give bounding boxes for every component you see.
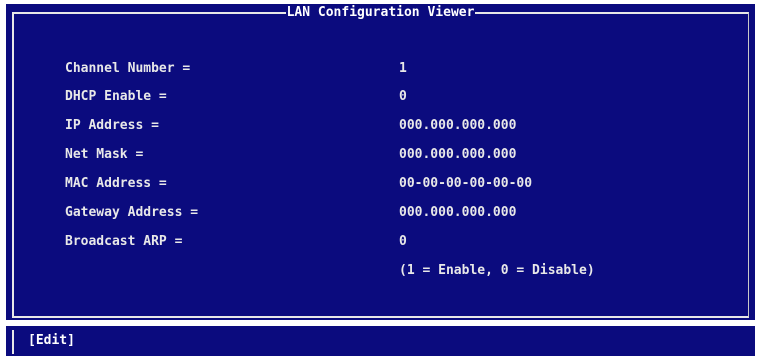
window-title-text: LAN Configuration Viewer bbox=[285, 5, 476, 20]
mac-address-value: 00-00-00-00-00-00 bbox=[399, 176, 533, 191]
bios-screen: LAN Configuration Viewer Channel Number … bbox=[0, 0, 759, 356]
mac-address-label: MAC Address = bbox=[65, 176, 167, 191]
net-mask-value[interactable]: 000.000.000.000 bbox=[399, 146, 516, 164]
window-frame bbox=[12, 12, 749, 318]
ip-address-value[interactable]: 000.000.000.000 bbox=[399, 117, 516, 135]
broadcast-arp-value[interactable]: 0 bbox=[399, 233, 407, 251]
gateway-address-value[interactable]: 000.000.000.000 bbox=[399, 204, 516, 222]
lan-config-window: LAN Configuration Viewer Channel Number … bbox=[6, 4, 755, 320]
dhcp-enable-value[interactable]: 0 bbox=[399, 88, 407, 106]
channel-number-label: Channel Number = bbox=[65, 61, 191, 76]
gateway-address-label: Gateway Address = bbox=[65, 205, 199, 220]
channel-number-value[interactable]: 1 bbox=[399, 60, 407, 78]
window-title: LAN Configuration Viewer bbox=[6, 4, 755, 21]
footer-bar: [Edit] bbox=[6, 326, 755, 356]
broadcast-arp-label: Broadcast ARP = bbox=[65, 234, 183, 249]
net-mask-label: Net Mask = bbox=[65, 147, 144, 162]
edit-command[interactable]: [Edit] bbox=[28, 332, 75, 350]
dhcp-enable-label: DHCP Enable = bbox=[65, 89, 167, 104]
ip-address-label: IP Address = bbox=[65, 118, 159, 133]
enable-disable-hint: (1 = Enable, 0 = Disable) bbox=[399, 263, 595, 278]
footer-border bbox=[12, 330, 14, 354]
